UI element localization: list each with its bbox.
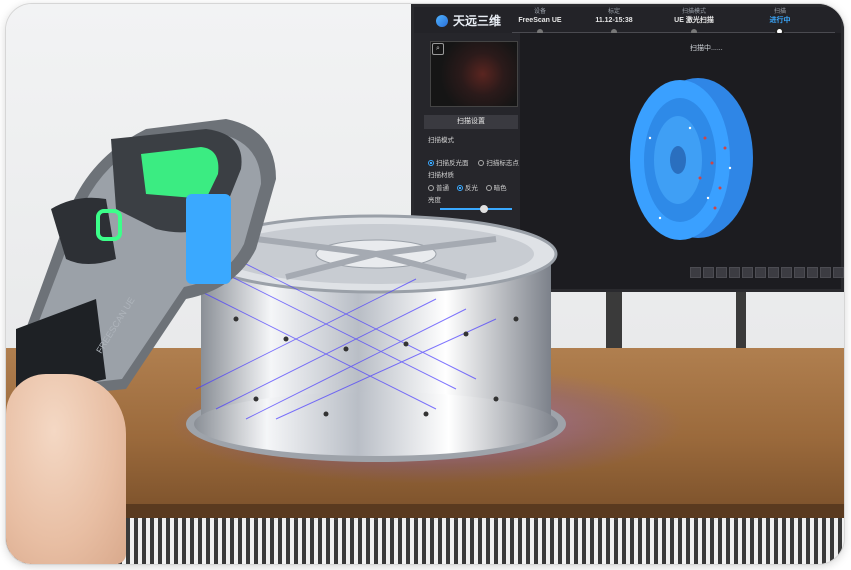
step-device[interactable]: 设备 FreeScan UE bbox=[500, 9, 580, 25]
step-key: 扫描 bbox=[773, 9, 786, 15]
step-scan-mode[interactable]: 扫描模式 UE 激光扫描 bbox=[654, 9, 734, 25]
step-value: 进行中 bbox=[769, 17, 791, 24]
mode-label: 扫描模式 bbox=[428, 137, 454, 144]
operator-hand bbox=[6, 374, 126, 564]
tool-button[interactable] bbox=[729, 267, 740, 278]
tool-button[interactable] bbox=[742, 267, 753, 278]
radio-icon[interactable] bbox=[478, 160, 485, 167]
mode-option-label: 扫描标志点 bbox=[486, 160, 519, 167]
object-option-label: 普通 bbox=[436, 185, 449, 192]
zoom-icon[interactable]: ⌕ bbox=[432, 43, 444, 55]
mode-option-label: 扫描反光面 bbox=[436, 160, 469, 167]
software-topbar: 天远三维 设备 FreeScan UE 标定 11.12-15:38 扫描模式 … bbox=[414, 7, 841, 36]
object-option-label: 暗色 bbox=[493, 185, 507, 192]
step-calibration[interactable]: 标定 11.12-15:38 bbox=[574, 9, 654, 25]
step-key: 标定 bbox=[607, 9, 620, 15]
tool-button[interactable] bbox=[781, 267, 792, 278]
object-option-label: 反光 bbox=[464, 185, 478, 192]
step-value: 11.12-15:38 bbox=[595, 17, 633, 24]
scanned-wheel-model bbox=[630, 78, 753, 240]
tool-button[interactable] bbox=[690, 267, 701, 278]
mode-options: 扫描反光面 扫描标志点 bbox=[428, 157, 519, 167]
tool-button[interactable] bbox=[807, 267, 818, 278]
step-key: 扫描模式 bbox=[681, 9, 706, 15]
step-value: UE 激光扫描 bbox=[674, 17, 714, 24]
table-edge bbox=[6, 504, 844, 518]
monitor-stand bbox=[606, 292, 622, 352]
step-scan[interactable]: 扫描 进行中 bbox=[740, 9, 820, 25]
tool-button[interactable] bbox=[703, 267, 714, 278]
app-logo: 天远三维 bbox=[436, 12, 501, 29]
tool-button[interactable] bbox=[768, 267, 779, 278]
radio-icon[interactable] bbox=[456, 185, 463, 192]
photo-frame: 天远三维 设备 FreeScan UE 标定 11.12-15:38 扫描模式 … bbox=[6, 4, 844, 564]
object-options: 普通 反光 暗色 bbox=[428, 182, 507, 192]
panel-title: 扫描设置 bbox=[424, 115, 518, 129]
brightness-label: 亮度 bbox=[428, 197, 441, 204]
radio-icon[interactable] bbox=[428, 160, 434, 167]
handheld-3d-scanner: FREESCAN UE bbox=[16, 119, 276, 399]
step-value: FreeScan UE bbox=[518, 17, 562, 24]
tool-button[interactable] bbox=[716, 267, 727, 278]
tool-button[interactable] bbox=[833, 267, 844, 278]
radio-icon[interactable] bbox=[485, 185, 492, 192]
tool-button[interactable] bbox=[820, 267, 831, 278]
tool-button[interactable] bbox=[794, 267, 805, 278]
step-key: 设备 bbox=[533, 9, 546, 15]
workflow-steps: 设备 FreeScan UE 标定 11.12-15:38 扫描模式 UE 激光… bbox=[500, 9, 841, 36]
object-label: 扫描材质 bbox=[428, 172, 454, 179]
viewport-toolbar bbox=[690, 267, 844, 278]
floor-grate bbox=[6, 518, 844, 564]
logo-icon bbox=[436, 14, 448, 27]
scan-status: 扫描中...... bbox=[690, 45, 723, 52]
tool-button[interactable] bbox=[755, 267, 766, 278]
logo-text: 天远三维 bbox=[453, 14, 502, 28]
radio-icon[interactable] bbox=[428, 185, 434, 192]
monitor-stand bbox=[736, 292, 746, 352]
